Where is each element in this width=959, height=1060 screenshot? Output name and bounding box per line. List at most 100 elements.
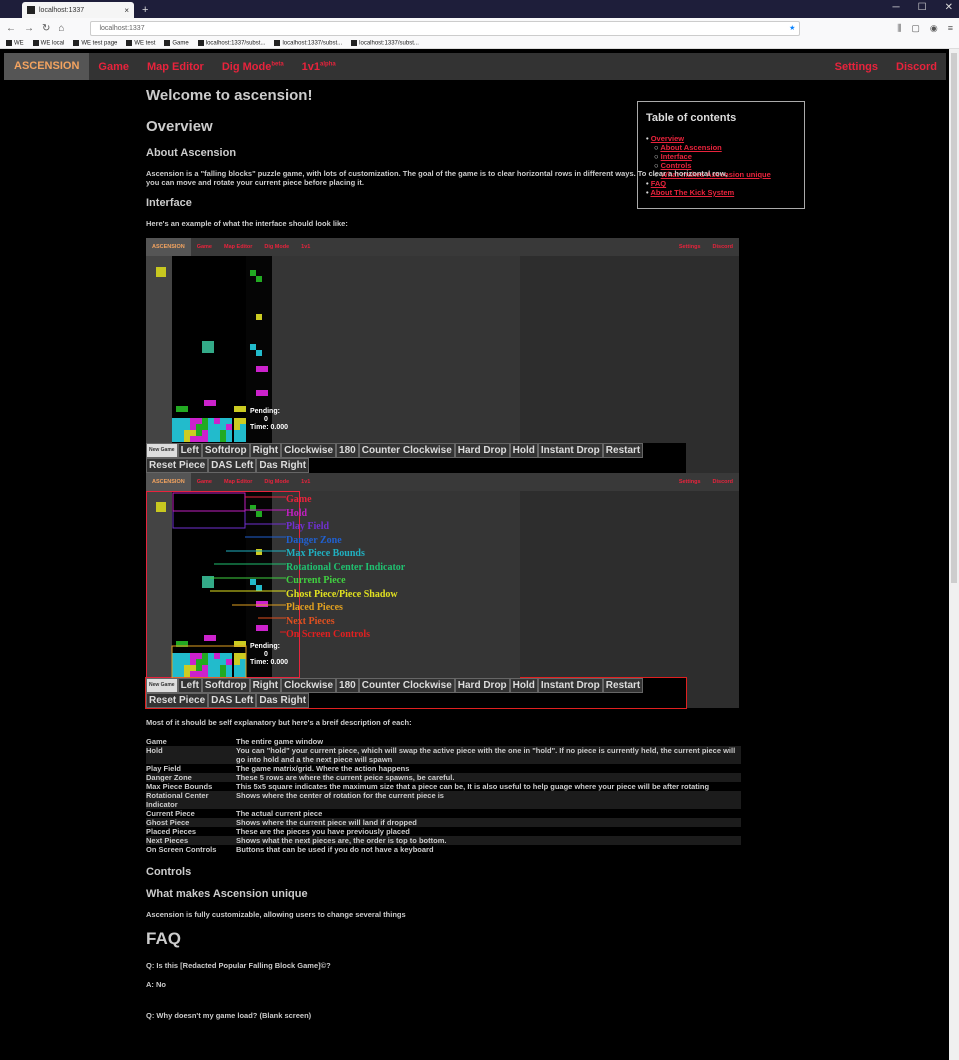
ctrl-das-right[interactable]: Das Right: [256, 693, 310, 708]
sidebar-icon[interactable]: ▢: [911, 23, 920, 34]
hold-area: [146, 256, 172, 443]
table-row: Play Field The game matrix/grid. Where th…: [146, 764, 741, 773]
interface-heading: Interface: [146, 197, 192, 209]
game-nav: ASCENSION Game Map Editor Dig Mode 1v1 S…: [146, 238, 739, 256]
ctrl-restart[interactable]: Restart: [602, 443, 644, 458]
on-screen-controls: New Game Left Softdrop Right Clockwise 1…: [146, 443, 686, 473]
game-field: Pending: 0 Time: 0.000: [146, 256, 739, 443]
close-tab-icon[interactable]: ×: [124, 6, 129, 15]
ctrl-ccw[interactable]: Counter Clockwise: [358, 678, 455, 693]
bookmark-star-icon[interactable]: ★: [789, 24, 795, 32]
nav-map-editor[interactable]: Map Editor: [138, 61, 213, 73]
new-game-button[interactable]: New Game: [146, 443, 178, 458]
ctrl-left[interactable]: Left: [177, 678, 202, 693]
ctrl-hard-drop[interactable]: Hard Drop: [454, 678, 510, 693]
browser-nav-bar: ← → ↻ ⌂ localhost:1337 ★ ⫼ ▢ ◉ ≡: [0, 18, 959, 38]
bookmark-item[interactable]: localhost:1337/subst...: [198, 40, 266, 46]
table-row: Ghost Piece Shows where the current piece…: [146, 818, 741, 827]
about-heading: About Ascension: [146, 147, 237, 159]
ctrl-left[interactable]: Left: [177, 443, 202, 458]
bookmark-item[interactable]: WE local: [33, 40, 65, 46]
page-scrollbar[interactable]: [949, 49, 959, 1060]
game-nav-game: Game: [196, 479, 212, 485]
game-nav: ASCENSION Game Map Editor Dig Mode 1v1 S…: [146, 473, 739, 491]
table-row: Danger Zone These 5 rows are where the cu…: [146, 773, 741, 782]
ctrl-hold[interactable]: Hold: [509, 443, 538, 458]
term-cell: Max Piece Bounds: [146, 782, 213, 791]
main-content: Welcome to ascension! Overview About Asc…: [145, 87, 741, 1030]
annotation-label: On Screen Controls: [286, 629, 371, 640]
ctrl-instant-drop[interactable]: Instant Drop: [537, 678, 603, 693]
ctrl-clockwise[interactable]: Clockwise: [281, 678, 337, 693]
library-icon[interactable]: ⫼: [897, 23, 901, 34]
close-window-icon[interactable]: ✕: [945, 2, 953, 13]
ctrl-180[interactable]: 180: [336, 443, 359, 458]
ctrl-ccw[interactable]: Counter Clockwise: [358, 443, 455, 458]
bookmark-item[interactable]: WE: [6, 40, 24, 46]
home-icon[interactable]: ⌂: [58, 23, 64, 34]
time-readout: Time: 0.000: [250, 424, 289, 431]
table-row: Rotational Center Indicator Shows where t…: [146, 791, 741, 809]
account-icon[interactable]: ◉: [930, 23, 938, 34]
table-row: Hold You can "hold" your current piece, w…: [146, 746, 741, 764]
new-tab-icon[interactable]: +: [142, 4, 148, 16]
ctrl-hard-drop[interactable]: Hard Drop: [454, 443, 510, 458]
nav-game[interactable]: Game: [89, 61, 138, 73]
nav-settings[interactable]: Settings: [826, 61, 887, 73]
minimize-icon[interactable]: ─: [893, 2, 900, 13]
game-nav-brand: ASCENSION: [146, 473, 191, 491]
ctrl-restart[interactable]: Restart: [602, 678, 644, 693]
nav-dig-mode[interactable]: Dig Modebeta: [213, 61, 293, 73]
unique-paragraph: Ascension is fully customizable, allowin…: [146, 910, 406, 919]
table-row: Next Pieces Shows what the next pieces ar…: [146, 836, 741, 845]
ctrl-das-right[interactable]: Das Right: [256, 458, 310, 473]
bookmark-item[interactable]: WE test: [126, 40, 155, 46]
ctrl-clockwise[interactable]: Clockwise: [281, 443, 337, 458]
ctrl-das-left[interactable]: DAS Left: [208, 693, 257, 708]
block-cell: [262, 390, 268, 396]
maximize-icon[interactable]: ☐: [918, 2, 927, 13]
bookmark-item[interactable]: Game: [164, 40, 188, 46]
ctrl-instant-drop[interactable]: Instant Drop: [537, 443, 603, 458]
nav-1v1[interactable]: 1v1alpha: [293, 61, 345, 73]
menu-icon[interactable]: ≡: [948, 23, 953, 34]
ctrl-right[interactable]: Right: [249, 678, 282, 693]
scrollbar-thumb[interactable]: [951, 53, 957, 583]
ctrl-das-left[interactable]: DAS Left: [208, 458, 257, 473]
controls-heading: Controls: [146, 866, 192, 878]
block-cell: [226, 436, 232, 442]
browser-tab[interactable]: localhost:1337 ×: [22, 2, 134, 18]
annotation-label: Danger Zone: [286, 534, 342, 546]
nav-1v1-label: 1v1: [301, 60, 321, 73]
block-cell: [240, 436, 246, 442]
ctrl-softdrop[interactable]: Softdrop: [201, 443, 250, 458]
info-pane: [272, 256, 520, 443]
description-cell: The entire game window: [236, 737, 324, 746]
ctrl-reset-piece[interactable]: Reset Piece: [146, 458, 209, 473]
annotation-label: Max Piece Bounds: [286, 548, 365, 559]
ctrl-180[interactable]: 180: [336, 678, 359, 693]
description-cell: Shows where the current piece will land …: [236, 818, 741, 827]
reload-icon[interactable]: ↻: [42, 23, 50, 34]
nav-discord[interactable]: Discord: [887, 61, 946, 73]
back-icon[interactable]: ←: [6, 23, 16, 34]
forward-icon[interactable]: →: [24, 23, 34, 34]
annotation-label: Play Field: [286, 521, 330, 532]
ctrl-hold[interactable]: Hold: [509, 678, 538, 693]
new-game-button[interactable]: New Game: [146, 678, 178, 693]
block-cell: [182, 406, 188, 412]
nav-brand[interactable]: ASCENSION: [4, 53, 90, 80]
ctrl-reset-piece[interactable]: Reset Piece: [146, 693, 209, 708]
bookmark-item[interactable]: localhost:1337/subst...: [274, 40, 342, 46]
bookmark-item[interactable]: localhost:1337/subst...: [351, 40, 419, 46]
annotation-label: Placed Pieces: [286, 602, 343, 613]
term-cell: Ghost Piece: [146, 818, 236, 827]
annotation-label: Rotational Center Indicator: [286, 561, 406, 573]
bookmark-item[interactable]: WE test page: [73, 40, 117, 46]
ctrl-softdrop[interactable]: Softdrop: [201, 678, 250, 693]
term-cell: Placed Pieces: [146, 827, 197, 836]
ctrl-right[interactable]: Right: [249, 443, 282, 458]
term-cell: Next Pieces: [146, 836, 236, 845]
game-example-1: ASCENSION Game Map Editor Dig Mode 1v1 S…: [146, 238, 739, 473]
url-bar[interactable]: localhost:1337 ★: [90, 20, 801, 36]
